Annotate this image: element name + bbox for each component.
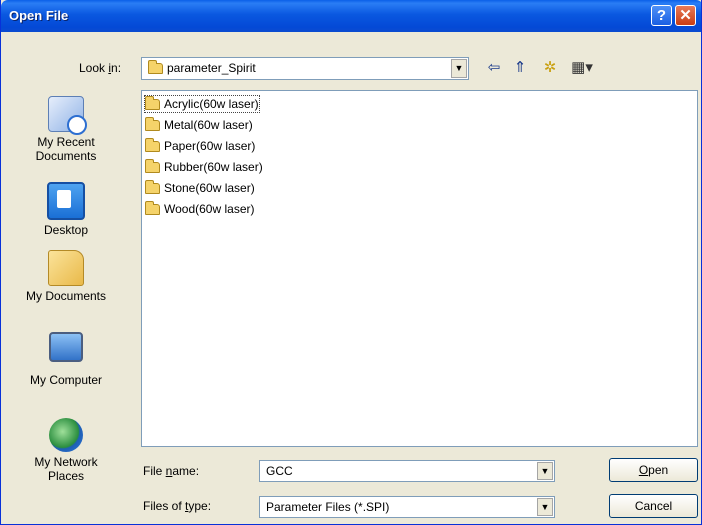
look-in-label-pre: Look <box>79 61 109 75</box>
file-name-field[interactable]: GCC ▼ <box>259 460 555 482</box>
file-name-label: File name: <box>143 464 199 478</box>
file-name-label-pre: File <box>143 464 166 478</box>
close-button[interactable]: ✕ <box>675 5 696 26</box>
places-bar: My Recent Documents Desktop My Documents… <box>1 84 131 504</box>
place-label: My Computer <box>29 373 103 387</box>
place-my-computer[interactable]: My Computer <box>1 332 131 387</box>
list-item-label: Wood(60w laser) <box>164 202 255 216</box>
my-documents-icon <box>48 250 84 286</box>
chevron-down-icon[interactable]: ▼ <box>537 462 553 480</box>
views-menu-icon[interactable]: ▦▾ <box>567 59 597 77</box>
new-folder-icon[interactable]: ✲ <box>539 59 561 77</box>
folder-icon <box>145 159 160 173</box>
files-of-type-label-pre: Files of <box>143 499 186 513</box>
place-label: My Recent Documents <box>35 135 97 163</box>
place-desktop[interactable]: Desktop <box>1 182 131 237</box>
folder-icon <box>145 117 160 131</box>
open-button-label: pen <box>648 463 669 477</box>
file-list[interactable]: Acrylic(60w laser) Metal(60w laser) Pape… <box>141 90 698 447</box>
look-in-folder-name: parameter_Spirit <box>167 61 256 75</box>
look-in-value: parameter_Spirit <box>148 60 256 75</box>
files-of-type-label-post: ype: <box>188 499 212 513</box>
files-of-type-label: Files of type: <box>143 499 211 513</box>
up-folder-icon[interactable]: ⇑ <box>511 59 529 77</box>
list-item[interactable]: Wood(60w laser) <box>145 201 254 217</box>
place-my-network-places[interactable]: My Network Places <box>1 418 131 483</box>
list-item-label: Acrylic(60w laser) <box>164 97 259 111</box>
list-item-label: Paper(60w laser) <box>164 139 256 153</box>
files-of-type-dropdown[interactable]: Parameter Files (*.SPI) ▼ <box>259 496 555 518</box>
list-item[interactable]: Metal(60w laser) <box>145 117 253 133</box>
place-my-recent-documents[interactable]: My Recent Documents <box>1 96 131 163</box>
window-title: Open File <box>9 8 69 23</box>
my-computer-icon <box>49 332 83 362</box>
place-label: My Documents <box>25 289 107 303</box>
look-in-label-post: n: <box>111 61 122 75</box>
help-button[interactable]: ? <box>651 5 672 26</box>
network-places-icon <box>49 418 83 452</box>
list-item[interactable]: Stone(60w laser) <box>145 180 255 196</box>
recent-documents-icon <box>48 96 87 135</box>
file-name-value: GCC <box>266 464 293 478</box>
title-bar[interactable]: Open File ? ✕ <box>1 0 701 32</box>
open-button[interactable]: Open <box>609 458 698 482</box>
back-icon[interactable]: ⇦ <box>485 59 503 77</box>
place-my-documents[interactable]: My Documents <box>1 250 131 303</box>
folder-icon <box>148 60 163 74</box>
folder-icon <box>145 96 160 110</box>
cancel-button[interactable]: Cancel <box>609 494 698 518</box>
look-in-label: Look in: <box>79 61 121 75</box>
list-item-label: Stone(60w laser) <box>164 181 255 195</box>
open-file-dialog: Open File ? ✕ Look in: parameter_Spirit … <box>0 0 702 525</box>
list-item-label: Rubber(60w laser) <box>164 160 263 174</box>
folder-icon <box>145 201 160 215</box>
look-in-dropdown[interactable]: parameter_Spirit ▼ <box>141 57 469 80</box>
files-of-type-value: Parameter Files (*.SPI) <box>266 500 390 514</box>
place-label: My Network Places <box>34 455 98 483</box>
file-name-label-post: ame: <box>172 464 200 478</box>
list-item[interactable]: Rubber(60w laser) <box>145 159 263 175</box>
list-item[interactable]: Paper(60w laser) <box>145 138 255 154</box>
open-button-accel: O <box>638 463 649 477</box>
folder-icon <box>145 138 160 152</box>
chevron-down-icon[interactable]: ▼ <box>451 59 467 78</box>
place-label: Desktop <box>43 223 89 237</box>
chevron-down-icon[interactable]: ▼ <box>537 498 553 516</box>
folder-icon <box>145 180 160 194</box>
list-item[interactable]: Acrylic(60w laser) <box>144 95 260 113</box>
list-item-label: Metal(60w laser) <box>164 118 253 132</box>
desktop-icon <box>47 182 85 220</box>
